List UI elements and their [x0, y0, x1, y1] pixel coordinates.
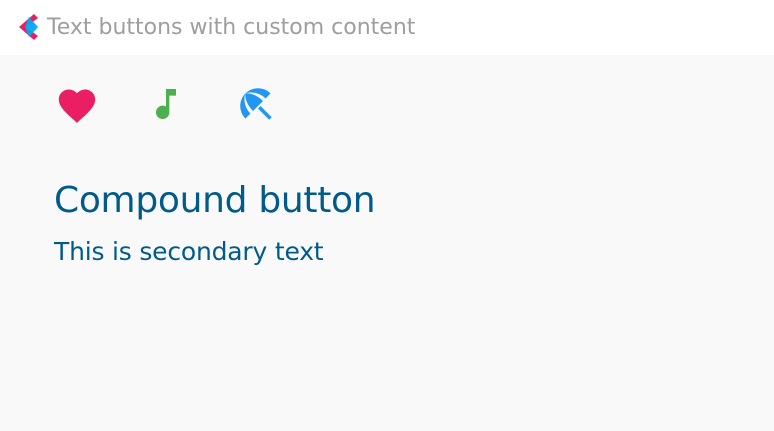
compound-button-secondary-text: This is secondary text	[54, 237, 324, 266]
page-title: Text buttons with custom content	[47, 15, 416, 40]
beach-access-icon	[240, 88, 272, 120]
flet-logo-icon	[19, 14, 38, 40]
audiotrack-button[interactable]	[142, 82, 190, 126]
compound-button-primary-text: Compound button	[54, 180, 376, 221]
favorite-icon	[58, 89, 96, 123]
favorite-button[interactable]	[53, 82, 101, 126]
audiotrack-icon	[156, 89, 176, 119]
app-header: Text buttons with custom content	[0, 0, 774, 55]
beach-access-button[interactable]	[232, 82, 280, 126]
compound-button[interactable]: Compound button This is secondary text	[54, 178, 376, 268]
